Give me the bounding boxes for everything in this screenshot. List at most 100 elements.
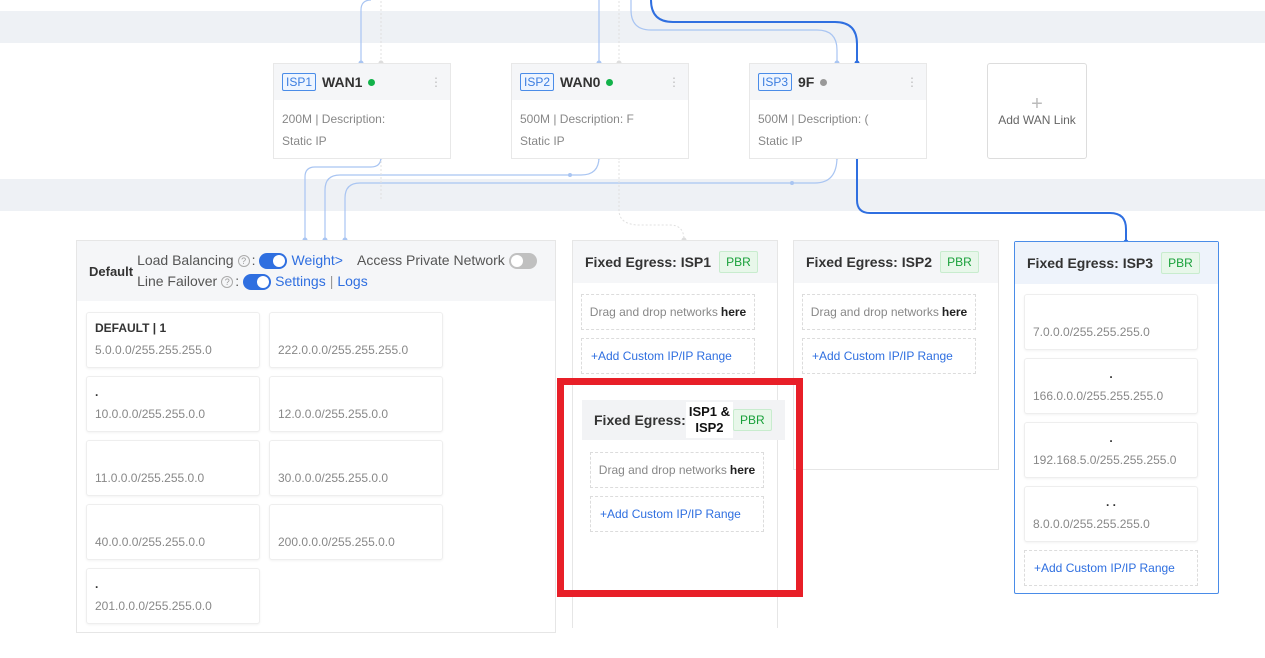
isp-combo-label: ISP1 & ISP2 [685, 402, 734, 438]
default-group-title: Default [89, 263, 134, 279]
status-offline-icon [820, 78, 828, 86]
logs-link[interactable]: Logs [337, 271, 367, 292]
line-failover-toggle[interactable] [243, 273, 272, 290]
network-ip: 10.0.0.0/255.255.0.0 [95, 407, 206, 421]
line-failover-row: Line Failover ? : Settings | Logs [137, 271, 537, 292]
add-custom-ip-button[interactable]: +Add Custom IP/IP Range [802, 338, 976, 374]
network-card[interactable]: 222.0.0.0/255.255.255.0 [269, 312, 443, 368]
fixed-egress-header: Fixed Egress: ISP2 PBR [794, 241, 998, 283]
network-card[interactable]: 30.0.0.0/255.255.0.0 [269, 440, 443, 496]
network-card[interactable]: . . 8.0.0.0/255.255.255.0 [1024, 486, 1198, 542]
help-icon[interactable]: ? [237, 254, 250, 267]
help-icon[interactable]: ? [221, 275, 234, 288]
network-ip: 200.0.0.0/255.255.0.0 [278, 535, 395, 549]
network-card[interactable]: 7.0.0.0/255.255.255.0 [1024, 294, 1198, 350]
network-ip: 11.0.0.0/255.255.0.0 [95, 471, 205, 485]
group-band [0, 179, 1265, 211]
network-card[interactable]: . 166.0.0.0/255.255.255.0 [1024, 358, 1198, 414]
fixed-egress-header: Fixed Egress: ISP3 PBR [1015, 242, 1218, 284]
network-ip: 201.0.0.0/255.255.0.0 [95, 599, 212, 613]
wan-bandwidth-description: 500M | Description: ( [758, 112, 869, 126]
drop-networks-zone[interactable]: Drag and drop networks here [590, 452, 764, 488]
network-ip: 40.0.0.0/255.255.0.0 [95, 535, 206, 549]
add-custom-ip-button[interactable]: +Add Custom IP/IP Range [1024, 550, 1198, 586]
network-ip: 12.0.0.0/255.255.0.0 [278, 407, 389, 421]
wan-card-body: 200M | Description: Static IP [274, 100, 450, 152]
wan-topology-canvas: ISP1 WAN1 ⋮ 200M | Description: Static I… [0, 0, 1265, 658]
load-balancing-label: Load Balancing [137, 252, 234, 268]
access-private-network-toggle[interactable] [508, 252, 537, 269]
network-name: . . [1105, 495, 1116, 509]
network-name: . [95, 577, 99, 591]
network-name: DEFAULT | 1 [95, 321, 167, 335]
wan-band [0, 11, 1265, 43]
isp-combo-line1: ISP1 & [688, 404, 731, 419]
network-card[interactable]: . 201.0.0.0/255.255.0.0 [86, 568, 260, 624]
network-card[interactable]: 40.0.0.0/255.255.0.0 [86, 504, 260, 560]
network-name: . [1109, 431, 1113, 445]
load-balancing-toggle[interactable] [259, 252, 288, 269]
add-custom-ip-button[interactable]: +Add Custom IP/IP Range [581, 338, 755, 374]
network-card[interactable]: 12.0.0.0/255.255.0.0 [269, 376, 443, 432]
more-options-icon[interactable]: ⋮ [430, 75, 442, 89]
wan-card-body: 500M | Description: F Static IP [512, 100, 688, 152]
network-ip: 5.0.0.0/255.255.255.0 [95, 343, 212, 357]
network-name [1033, 303, 1189, 319]
network-name: . [95, 385, 99, 399]
plus-icon: + [1031, 93, 1043, 115]
network-name [95, 449, 251, 465]
add-custom-ip-button[interactable]: +Add Custom IP/IP Range [590, 496, 764, 532]
load-balancing-row: Load Balancing ? : Weight> Access Privat… [137, 250, 537, 271]
more-options-icon[interactable]: ⋮ [668, 75, 680, 89]
network-ip: 192.168.5.0/255.255.255.0 [1033, 453, 1177, 467]
settings-link[interactable]: Settings [275, 271, 326, 292]
joint-dot-1 [568, 173, 572, 177]
isp-tag: ISP1 [282, 73, 317, 91]
default-group-header: Default Load Balancing ? : Weight> Acces… [77, 241, 555, 301]
wan-name: 9F [798, 74, 815, 90]
network-name [95, 513, 251, 529]
wan-card-wan0[interactable]: ISP2 WAN0 ⋮ 500M | Description: F Static… [511, 63, 689, 159]
pbr-badge: PBR [1161, 252, 1200, 274]
wan-bandwidth-description: 200M | Description: [282, 112, 386, 126]
wan-card-header: ISP1 WAN1 ⋮ [274, 64, 450, 100]
drop-zone-here: here [941, 305, 968, 319]
access-private-network-label: Access Private Network [356, 252, 505, 268]
status-online-icon [606, 78, 614, 86]
fixed-egress-isp1-isp2-header: Fixed Egress: ISP1 & ISP2 PBR [582, 400, 785, 440]
wan-ip-type: Static IP [282, 134, 327, 148]
add-wan-link-label: Add WAN Link [998, 113, 1076, 127]
fixed-egress-title: Fixed Egress: ISP1 [585, 254, 712, 270]
fixed-egress-title: Fixed Egress: ISP2 [806, 254, 933, 270]
drop-zone-text: Drag and drop networks [589, 305, 718, 319]
wan-card-header: ISP2 WAN0 ⋮ [512, 64, 688, 100]
drop-zone-text: Drag and drop networks [810, 305, 939, 319]
network-ip: 8.0.0.0/255.255.255.0 [1033, 517, 1150, 531]
network-card[interactable]: DEFAULT | 1 5.0.0.0/255.255.255.0 [86, 312, 260, 368]
network-card[interactable]: 11.0.0.0/255.255.0.0 [86, 440, 260, 496]
wan-card-9f[interactable]: ISP3 9F ⋮ 500M | Description: ( Static I… [749, 63, 927, 159]
fixed-egress-header: Fixed Egress: ISP1 PBR [573, 241, 777, 283]
network-card[interactable]: . 192.168.5.0/255.255.255.0 [1024, 422, 1198, 478]
wan-ip-type: Static IP [758, 134, 803, 148]
network-card[interactable]: 200.0.0.0/255.255.0.0 [269, 504, 443, 560]
wan-card-header: ISP3 9F ⋮ [750, 64, 926, 100]
more-options-icon[interactable]: ⋮ [906, 75, 918, 89]
network-name [278, 321, 434, 337]
drop-zone-here: here [729, 463, 756, 477]
network-name [278, 449, 434, 465]
status-online-icon [368, 78, 376, 86]
wan-card-wan1[interactable]: ISP1 WAN1 ⋮ 200M | Description: Static I… [273, 63, 451, 159]
isp-tag: ISP3 [758, 73, 793, 91]
drop-zone-text: Drag and drop networks [598, 463, 727, 477]
isp-tag: ISP2 [520, 73, 555, 91]
network-card[interactable]: . 10.0.0.0/255.255.0.0 [86, 376, 260, 432]
add-wan-link-button[interactable]: + Add WAN Link [987, 63, 1087, 159]
network-ip: 222.0.0.0/255.255.255.0 [278, 343, 409, 357]
drop-networks-zone[interactable]: Drag and drop networks here [581, 294, 755, 330]
wan-card-body: 500M | Description: ( Static IP [750, 100, 926, 152]
weight-link[interactable]: Weight> [291, 250, 343, 271]
isp-combo-line2: ISP2 [695, 420, 724, 435]
drop-networks-zone[interactable]: Drag and drop networks here [802, 294, 976, 330]
fixed-egress-title: Fixed Egress: [594, 412, 686, 428]
